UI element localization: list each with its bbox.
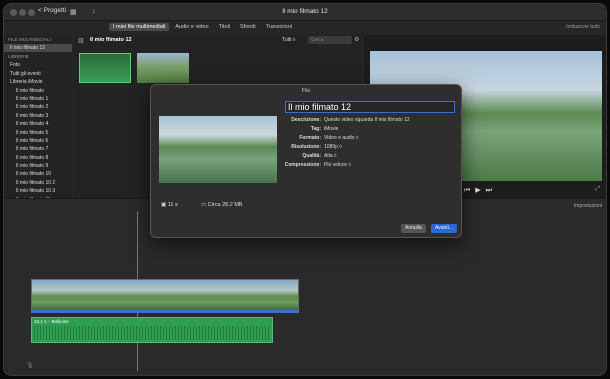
cancel-button[interactable]: Annulla — [401, 224, 426, 233]
title-field[interactable]: Il mio filmato 12 — [285, 101, 455, 113]
audio-clip-label: 10,1 s – Bollicine — [34, 319, 69, 324]
tab-my-media[interactable]: I miei file multimediali — [109, 23, 170, 31]
playback-controls[interactable]: ⏮▶⏭ — [464, 186, 497, 195]
filter-select[interactable]: Tutti ◊ — [282, 37, 295, 43]
sidebar-toggle-icon[interactable]: ▥ — [78, 37, 84, 44]
resolution-select[interactable]: Risoluzione: 1080p ◊ — [285, 144, 455, 152]
sidebar-item[interactable]: Il mio filmato — [4, 87, 72, 95]
tab-backgrounds[interactable]: Sfondi — [236, 23, 260, 31]
field-value: 1080p ◊ — [324, 144, 342, 150]
tab-titles[interactable]: Titoli — [215, 23, 234, 31]
size-value: Circa 28,2 MB — [207, 202, 243, 208]
tab-transitions[interactable]: Transizioni — [262, 23, 296, 31]
media-clip-video[interactable] — [137, 53, 189, 83]
size-info: ▭ Circa 28,2 MB — [201, 202, 243, 208]
description-field[interactable]: Descrizione: Questo video riguarda Il mi… — [285, 117, 455, 125]
sidebar-heading-libraries: LIBRERIE — [8, 54, 29, 60]
sidebar-item[interactable]: Il mio filmato 1 — [4, 95, 72, 103]
field-value: Alta ◊ — [324, 153, 337, 159]
duration-value: 11 s — [167, 202, 178, 208]
sidebar-heading-media: FILE MULTIMEDIALI — [8, 37, 51, 42]
audio-waveform — [34, 326, 270, 340]
sidebar-item[interactable]: Tutti gli eventi — [4, 70, 72, 78]
browser-title: Il mio filmato 12 — [90, 37, 132, 43]
next-button[interactable]: Avanti... — [431, 224, 457, 233]
timeline-audio-clip[interactable]: 10,1 s – Bollicine — [31, 317, 273, 343]
media-clip-audio[interactable] — [79, 53, 131, 83]
field-value: Questo video riguarda Il mio filmato 12 — [324, 117, 410, 123]
microphone-icon[interactable]: 🎙 — [26, 362, 34, 369]
fullscreen-icon[interactable]: ⤢ — [595, 186, 600, 193]
sidebar-item-project[interactable]: Il mio filmato 12 — [4, 44, 72, 53]
settings-link[interactable]: Imitazione tutto — [566, 24, 600, 30]
duration-info: ▣ 11 s — [161, 202, 178, 208]
field-key: Formato: — [299, 135, 321, 141]
sidebar-item[interactable]: Il mio filmato 10 3 — [4, 187, 72, 195]
tab-audio-video[interactable]: Audio e video — [171, 23, 212, 31]
sidebar-item[interactable]: Il mio filmato 10 2 — [4, 179, 72, 187]
field-key: Qualità: — [302, 153, 321, 159]
sidebar-item[interactable]: Il mio filmato 4 — [4, 120, 72, 128]
timeline-video-clip[interactable] — [31, 279, 299, 313]
field-value: Più veloce ◊ — [324, 162, 351, 168]
sidebar-item[interactable]: Il mio filmato 6 — [4, 137, 72, 145]
sidebar-item[interactable]: Il mio filmato 7 — [4, 145, 72, 153]
gear-icon[interactable]: ⚙ — [354, 36, 359, 43]
field-key: Descrizione: — [291, 117, 321, 123]
sidebar-item[interactable]: Libreria iMovie — [4, 78, 72, 86]
sidebar-item[interactable]: Il mio filmato 2 — [4, 103, 72, 111]
field-key: Tag: — [310, 126, 321, 132]
title-bar: < Progetti ▦ ↓ Il mio filmato 12 — [4, 4, 606, 21]
sidebar-item[interactable]: Il mio filmato 9 — [4, 162, 72, 170]
sidebar-item[interactable]: Il mio filmato 3 — [4, 112, 72, 120]
timeline-settings[interactable]: Impostazioni — [574, 203, 602, 209]
field-value: Video e audio ◊ — [324, 135, 359, 141]
sidebar-item[interactable]: Il mio filmato 8 — [4, 154, 72, 162]
sidebar-item[interactable]: Il mio filmato 5 — [4, 129, 72, 137]
sidebar-item[interactable]: Il mio filmato 10 — [4, 170, 72, 178]
format-select[interactable]: Formato: Video e audio ◊ — [285, 135, 455, 143]
compression-select[interactable]: Compressione: Più veloce ◊ — [285, 162, 455, 170]
library-sidebar: FILE MULTIMEDIALI Il mio filmato 12 LIBR… — [4, 35, 72, 203]
field-value: iMovie — [324, 126, 339, 132]
tag-field[interactable]: Tag: iMovie — [285, 126, 455, 134]
dialog-thumbnail — [159, 116, 277, 183]
media-toolbar: I miei file multimediali Audio e video T… — [4, 21, 606, 35]
search-input[interactable]: Cerca — [308, 36, 352, 44]
field-key: Compressione: — [284, 162, 321, 168]
share-file-dialog: File Il mio filmato 12 Descrizione: Ques… — [150, 84, 462, 238]
quality-select[interactable]: Qualità: Alta ◊ — [285, 153, 455, 161]
window-title: Il mio filmato 12 — [282, 8, 328, 15]
field-key: Risoluzione: — [291, 144, 321, 150]
dialog-title: File — [301, 88, 311, 94]
sidebar-item[interactable]: Foto — [4, 61, 72, 69]
